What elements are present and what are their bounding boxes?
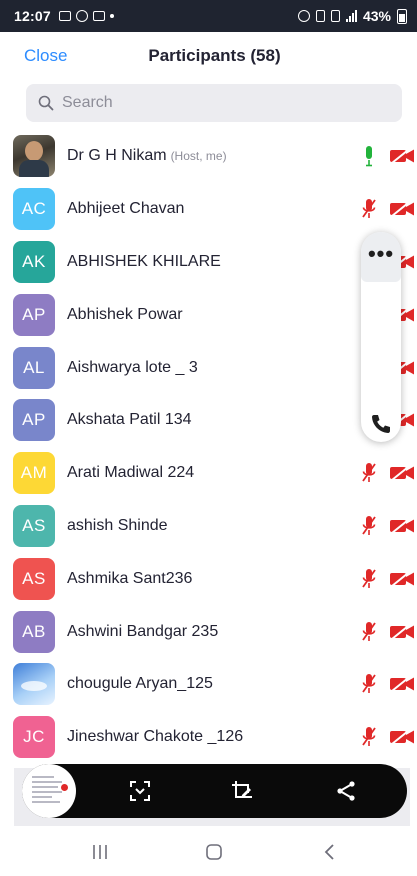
video-off-icon[interactable] [389,148,415,165]
participant-name: Akshata Patil 134 [67,411,192,429]
mic-muted-icon[interactable] [361,568,377,590]
participant-row[interactable]: AB Ashwini Bandgar 235 [0,605,417,658]
avatar: AK [13,240,55,283]
participant-name: Ashmika Sant236 [67,570,192,588]
screenshot-toolbar [22,764,407,818]
participant-row[interactable]: AC Abhijeet Chavan [0,183,417,236]
participant-list: Dr G H Nikam (Host, me) AC Abhijeet Chava… [0,130,417,764]
mic-muted-icon[interactable] [361,726,377,748]
mic-muted-icon[interactable] [361,515,377,537]
volte-icon [315,10,325,22]
battery-icon [397,8,407,24]
participant-row[interactable]: AS Ashmika Sant236 [0,552,417,605]
video-off-icon[interactable] [389,676,415,693]
participant-row[interactable]: chougule Aryan_125 [0,658,417,711]
alarm-icon [297,10,310,22]
gallery-icon [58,11,71,21]
recent-apps-icon[interactable] [90,842,110,862]
home-icon[interactable] [204,842,224,862]
participant-name: Ashwini Bandgar 235 [67,623,218,641]
host-tag: (Host, me) [170,149,227,164]
avatar: AP [13,399,55,442]
avatar: AS [13,504,55,547]
avatar: AC [13,188,55,231]
participant-name-text: Arati Madiwal 224 [67,464,195,482]
participant-name-text: Aishwarya lote _ 3 [67,358,198,376]
participant-name-text: Dr G H Nikam [67,147,167,165]
video-off-icon[interactable] [389,729,415,745]
participant-name-text: Abhishek Powar [67,305,183,323]
navigation-bar [0,826,417,876]
participant-name-text: Ashmika Sant236 [67,569,193,587]
participant-row[interactable]: JC Jineshwar Chakote _126 [0,711,417,764]
avatar: AM [13,452,55,495]
participant-row[interactable]: AK ABHISHEK KHILARE [0,236,417,289]
mic-muted-icon[interactable] [361,462,377,484]
participant-name-text: Abhijeet Chavan [67,200,185,218]
participant-name: Dr G H Nikam (Host, me) [67,147,227,165]
participant-row[interactable]: AP Akshata Patil 134 [0,394,417,447]
participant-name: ashish Shinde [67,517,168,535]
avatar: AB [13,610,55,653]
participant-name-text: ashish Shinde [67,516,168,534]
header: Close Participants (58) [0,32,417,80]
avatar-photo [13,663,55,706]
participant-row[interactable]: AL Aishwarya lote _ 3 [0,341,417,394]
participant-name-text: chougule Aryan_125 [67,675,213,693]
dot-icon [109,14,114,18]
participant-name-text: Akshata Patil 134 [67,411,192,429]
participant-name: Abhishek Powar [67,306,183,324]
participant-row[interactable]: AS ashish Shinde [0,500,417,553]
mic-muted-icon[interactable] [361,198,377,220]
participant-row[interactable]: AM Arati Madiwal 224 [0,447,417,500]
screen-thumbnail[interactable] [22,764,76,818]
search-bar[interactable] [26,84,402,122]
participant-name: Jineshwar Chakote _126 [67,728,243,746]
share-icon[interactable] [334,779,358,803]
avatar: AP [13,293,55,336]
video-off-icon[interactable] [389,570,415,587]
mic-muted-icon[interactable] [361,621,377,643]
video-off-icon[interactable] [389,517,415,534]
signal-icon [345,10,357,22]
participant-name: ABHISHEK KHILARE [67,253,221,271]
participant-name: Abhijeet Chavan [67,200,184,218]
avatar: AL [13,346,55,389]
mic-on-icon[interactable] [361,145,377,167]
participant-name-text: ABHISHEK KHILARE [67,252,221,270]
participant-row[interactable]: AP Abhishek Powar [0,288,417,341]
battery-percent: 43% [362,8,391,24]
search-icon [38,95,54,111]
video-off-icon[interactable] [389,623,415,640]
crop-edit-icon[interactable] [230,779,254,803]
avatar: JC [13,716,55,759]
mic-muted-icon[interactable] [361,673,377,695]
status-bar: 12:07 43% [0,0,417,32]
4g-icon [330,10,340,22]
back-icon[interactable] [320,842,340,862]
status-time: 12:07 [14,8,51,24]
whatsapp-icon [75,10,88,22]
message-icon [92,11,105,21]
close-button[interactable]: Close [24,46,67,66]
video-off-icon[interactable] [389,201,415,217]
participant-name: chougule Aryan_125 [67,675,213,693]
participant-name-text: Ashwini Bandgar 235 [67,622,219,640]
floating-control-panel[interactable]: ••• [361,232,401,442]
search-input[interactable] [62,94,362,112]
participant-row[interactable]: Dr G H Nikam (Host, me) [0,130,417,183]
participant-name: Aishwarya lote _ 3 [67,359,198,377]
participant-name: Arati Madiwal 224 [67,464,194,482]
video-off-icon[interactable] [389,465,415,481]
participant-name-text: Jineshwar Chakote _126 [67,728,244,746]
phone-icon[interactable] [369,412,393,436]
screenshot-icon[interactable] [128,779,152,803]
avatar-photo [13,135,55,178]
avatar: AS [13,557,55,600]
more-icon[interactable]: ••• [361,232,401,282]
